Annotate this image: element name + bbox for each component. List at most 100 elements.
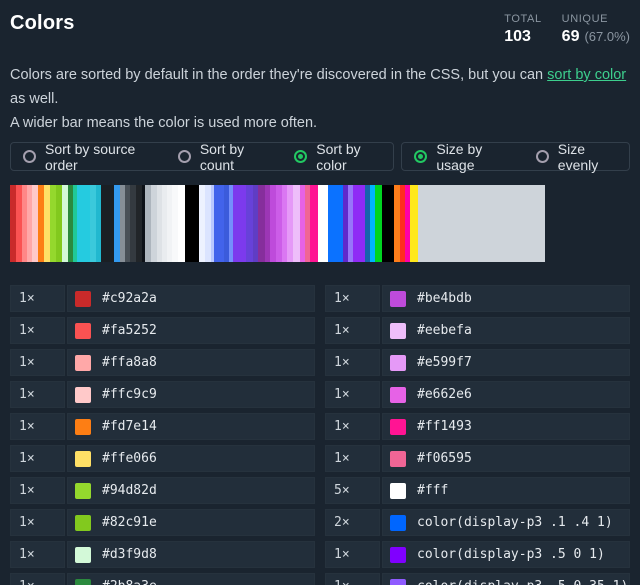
- size-option[interactable]: Size by usage: [414, 141, 509, 173]
- page-title: Colors: [10, 12, 75, 34]
- color-value-cell: #be4bdb: [382, 285, 630, 312]
- color-value: #fd7e14: [102, 419, 157, 434]
- color-list-left-column: 1× #c92a2a 1× #fa5252 1× #ffa8a8 1× #ffc…: [10, 285, 315, 585]
- color-swatch: [390, 514, 406, 531]
- color-value: #82c91e: [102, 515, 157, 530]
- color-value-cell: color(display-p3 .5 0 1): [382, 541, 630, 568]
- color-value-cell: #e599f7: [382, 349, 630, 376]
- color-row: 1× #ff1493: [325, 413, 630, 440]
- sort-option[interactable]: Sort by color: [294, 141, 381, 173]
- color-row: 1× #e599f7: [325, 349, 630, 376]
- color-list-right-column: 1× #be4bdb 1× #eebefa 1× #e599f7 1× #e66…: [325, 285, 630, 585]
- color-value: #fff: [417, 483, 449, 498]
- color-value: #d3f9d8: [102, 547, 157, 562]
- color-swatch: [75, 290, 91, 307]
- color-count: 5×: [325, 477, 380, 504]
- color-usage-segment: [410, 185, 419, 262]
- color-value: #ffe066: [102, 451, 157, 466]
- color-count: 1×: [10, 413, 65, 440]
- color-usage-segment: [418, 185, 546, 262]
- color-count: 1×: [325, 445, 380, 472]
- color-swatch: [75, 450, 91, 467]
- color-usage-segment: [184, 185, 199, 262]
- radio-icon[interactable]: [177, 150, 191, 163]
- color-value: color(display-p3 .5 0 1): [417, 547, 605, 562]
- color-row: 1× color(display-p3 .5 0.35 1): [325, 573, 630, 585]
- color-value-cell: color(display-p3 .5 0.35 1): [382, 573, 630, 585]
- color-usage-segment: [233, 185, 247, 262]
- color-value-cell: color(display-p3 .1 .4 1): [382, 509, 630, 536]
- color-row: 1× #94d82d: [10, 477, 315, 504]
- color-count: 1×: [10, 573, 65, 585]
- color-swatch: [75, 546, 91, 563]
- color-value: #eebefa: [417, 323, 472, 338]
- color-value-cell: #2b8a3e: [67, 573, 315, 585]
- color-row: 1× #be4bdb: [325, 285, 630, 312]
- stat-unique-label: UNIQUE: [561, 13, 609, 25]
- sort-option[interactable]: Sort by count: [177, 140, 268, 173]
- color-swatch: [390, 418, 406, 435]
- control-bar: Sort by source order Sort by count Sort …: [10, 140, 630, 173]
- color-swatch: [75, 386, 91, 403]
- color-swatch: [390, 578, 406, 585]
- radio-icon[interactable]: [414, 150, 428, 163]
- stat-unique-percentage: (67.0%): [584, 29, 630, 44]
- color-value: #94d82d: [102, 483, 157, 498]
- color-value: #ffa8a8: [102, 355, 157, 370]
- color-count: 1×: [325, 285, 380, 312]
- color-value: color(display-p3 .5 0.35 1): [417, 579, 628, 585]
- color-value: #ff1493: [417, 419, 472, 434]
- color-count: 1×: [325, 349, 380, 376]
- description-text-2: as well.: [10, 91, 59, 107]
- radio-icon[interactable]: [535, 150, 549, 163]
- color-row: 1× #ffc9c9: [10, 381, 315, 408]
- sort-by-color-link[interactable]: sort by color: [547, 67, 626, 83]
- color-value-cell: #ffc9c9: [67, 381, 315, 408]
- color-count: 1×: [10, 381, 65, 408]
- sort-option-label: Sort by count: [199, 140, 245, 173]
- stat-unique-value: 69: [561, 28, 580, 45]
- color-swatch: [75, 354, 91, 371]
- color-row: 1× color(display-p3 .5 0 1): [325, 541, 630, 568]
- color-swatch: [390, 482, 406, 499]
- color-row: 2× color(display-p3 .1 .4 1): [325, 509, 630, 536]
- size-options-group: Size by usage Size evenly: [401, 141, 630, 173]
- color-value-cell: #94d82d: [67, 477, 315, 504]
- stat-unique: UNIQUE 69 (67.0%): [562, 12, 630, 46]
- color-value: color(display-p3 .1 .4 1): [417, 515, 613, 530]
- stat-total: TOTAL 103: [504, 12, 541, 46]
- color-count: 1×: [325, 381, 380, 408]
- color-count: 1×: [325, 317, 380, 344]
- color-value-cell: #82c91e: [67, 509, 315, 536]
- color-value-cell: #ff1493: [382, 413, 630, 440]
- color-row: 1× #fd7e14: [10, 413, 315, 440]
- sort-option[interactable]: Sort by source order: [23, 141, 152, 173]
- size-option[interactable]: Size evenly: [535, 141, 617, 173]
- sort-option-label: Sort by source order: [45, 140, 136, 173]
- color-count: 1×: [10, 477, 65, 504]
- color-swatch: [390, 546, 406, 563]
- color-swatch: [75, 418, 91, 435]
- color-usage-segment: [317, 185, 328, 262]
- color-row: 1× #f06595: [325, 445, 630, 472]
- color-value: #c92a2a: [102, 291, 157, 306]
- color-usage-segment: [214, 185, 225, 262]
- color-swatch: [75, 578, 91, 585]
- color-usage-segment: [375, 185, 383, 262]
- color-row: 1× #c92a2a: [10, 285, 315, 312]
- color-value: #f06595: [417, 451, 472, 466]
- radio-icon[interactable]: [294, 150, 308, 163]
- panel-header: Colors TOTAL 103 UNIQUE 69 (67.0%): [10, 12, 630, 46]
- color-row: 1× #d3f9d8: [10, 541, 315, 568]
- color-count: 1×: [10, 285, 65, 312]
- color-row: 1× #eebefa: [325, 317, 630, 344]
- radio-icon[interactable]: [23, 150, 36, 163]
- color-value-cell: #ffe066: [67, 445, 315, 472]
- color-swatch: [75, 322, 91, 339]
- color-value: #ffc9c9: [102, 387, 157, 402]
- color-row: 1× #fa5252: [10, 317, 315, 344]
- stat-total-value: 103: [504, 28, 531, 45]
- color-row: 5× #fff: [325, 477, 630, 504]
- description-line-2: A wider bar means the color is used more…: [10, 115, 318, 131]
- color-usage-bar: [10, 185, 546, 262]
